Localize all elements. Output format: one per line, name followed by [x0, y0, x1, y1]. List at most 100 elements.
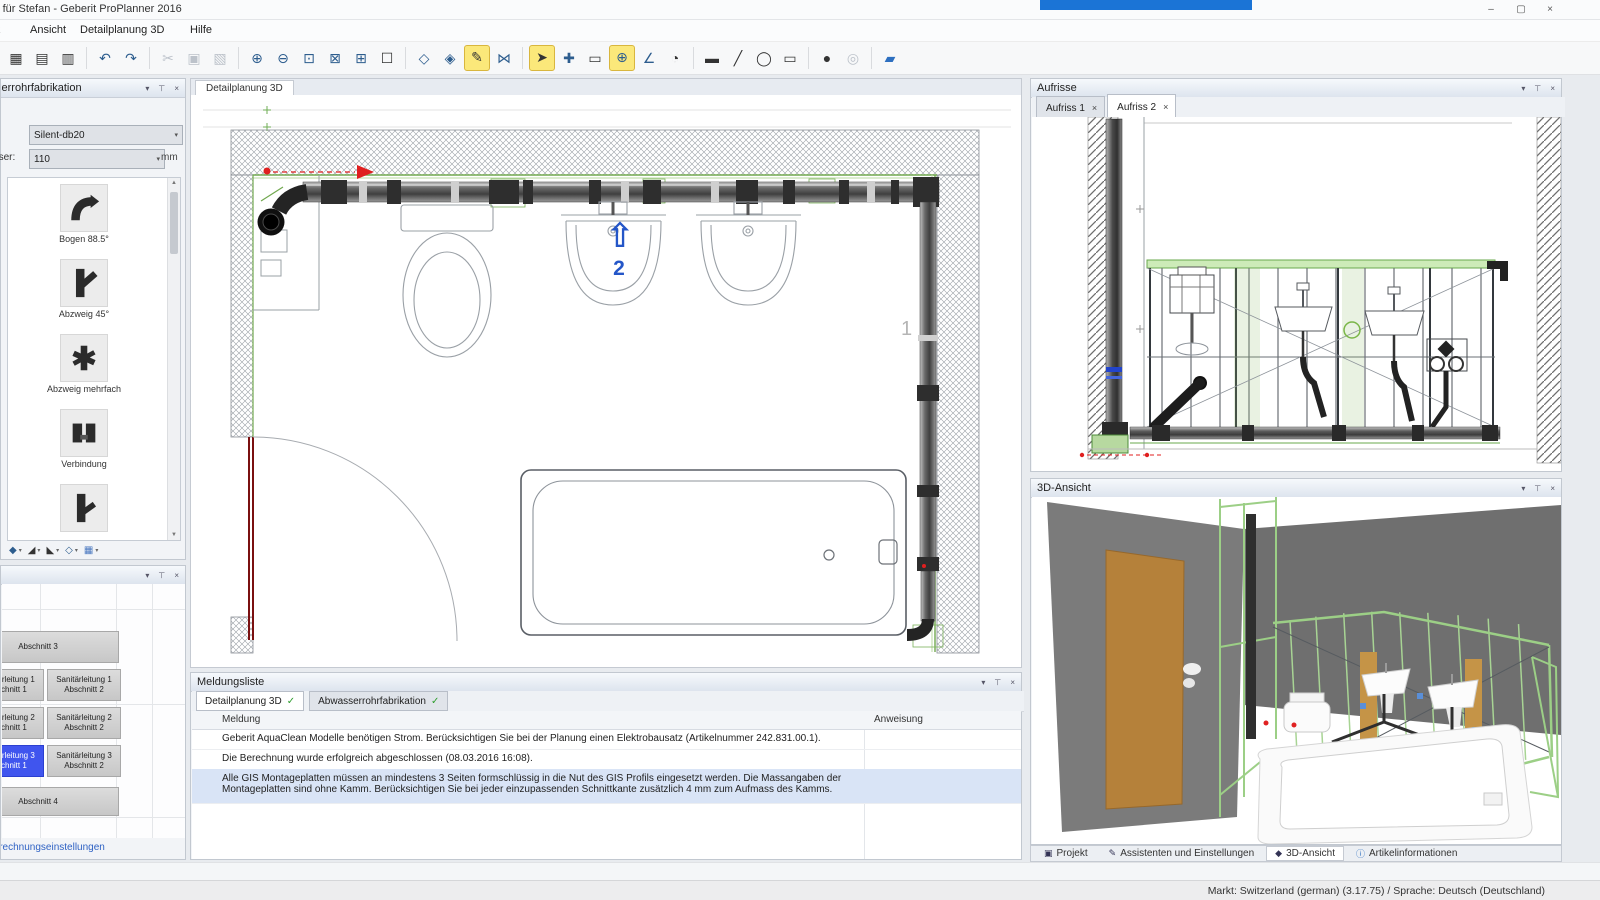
tab-aufriss-1[interactable]: Aufriss 1×	[1036, 96, 1105, 117]
fitting-filter-icon[interactable]: ◣▾	[46, 545, 59, 556]
zoom-in-icon[interactable]: ⊕	[245, 46, 269, 70]
move-icon[interactable]: ✚	[557, 46, 581, 70]
unlock-icon[interactable]: ◎	[841, 46, 865, 70]
panel-menu-icon[interactable]: ▾	[145, 84, 149, 93]
panel-menu-icon[interactable]: ▾	[1521, 84, 1525, 93]
table-row-selected[interactable]: Alle GIS Montageplatten müssen an mindes…	[192, 769, 1021, 804]
lock-icon[interactable]: ●	[815, 46, 839, 70]
section-button[interactable]: Sanitärleitung 2Abschnitt 2	[47, 707, 121, 739]
panel-close-icon[interactable]: ×	[1010, 678, 1015, 687]
panel-close-icon[interactable]: ×	[174, 571, 179, 580]
view3d-canvas[interactable]	[1032, 497, 1561, 844]
plate-filter-icon[interactable]: ▦▾	[84, 545, 98, 556]
snap-point-icon[interactable]: ◇	[412, 46, 436, 70]
list-item[interactable]: Verbindung	[8, 409, 160, 469]
list-item[interactable]	[8, 484, 160, 534]
draw-ellipse-icon[interactable]: ◯	[752, 46, 776, 70]
minimize-button[interactable]: –	[1478, 1, 1504, 18]
panel-menu-icon[interactable]: ▾	[1521, 484, 1525, 493]
zoom-dynamic-icon[interactable]: ⊕	[609, 45, 635, 71]
save-icon[interactable]: ▦	[4, 46, 28, 70]
table-row[interactable]: Geberit AquaClean Modelle benötigen Stro…	[192, 729, 1021, 750]
pipe-sections-diagram[interactable]: Abschnitt 3 Sanitärleitung 1Abschnitt 1 …	[2, 584, 185, 838]
undo-icon[interactable]: ↶	[93, 46, 117, 70]
scroll-down-icon[interactable]: ▼	[168, 532, 180, 538]
close-icon[interactable]: ×	[1092, 103, 1097, 113]
floor-plan-canvas[interactable]: ⇧ 2 1	[190, 95, 1022, 668]
messages-table[interactable]: Meldung Anweisung Geberit AquaClean Mode…	[192, 711, 1021, 859]
washbasin-2[interactable]	[696, 202, 801, 305]
pipe-system-select[interactable]: Silent-db20 ▾	[29, 125, 183, 145]
list-item[interactable]: Abzweig 45°	[8, 259, 160, 319]
report-icon[interactable]: ▥	[56, 46, 80, 70]
section-button-bottom[interactable]: Abschnitt 4	[2, 787, 119, 816]
scroll-up-icon[interactable]: ▲	[168, 178, 180, 186]
tab-assistenten[interactable]: ✎ Assistenten und Einstellungen	[1100, 846, 1264, 861]
print-icon[interactable]: ▤	[30, 46, 54, 70]
panel-menu-icon[interactable]: ▾	[981, 678, 985, 687]
bathtub[interactable]	[521, 470, 906, 635]
connect-icon[interactable]: ⋈	[492, 46, 516, 70]
redo-icon[interactable]: ↷	[119, 46, 143, 70]
section-button[interactable]: Sanitärleitung 3Abschnitt 2	[47, 745, 121, 777]
section-button-selected[interactable]: Sanitärleitung 3Abschnitt 1	[2, 745, 44, 777]
protractor-icon[interactable]: ◔	[663, 46, 687, 70]
panel-close-icon[interactable]: ×	[1550, 84, 1555, 93]
library-scrollbar[interactable]: ▲ ▼	[167, 178, 180, 540]
maximize-button[interactable]: ▢	[1508, 1, 1534, 18]
diameter-select[interactable]: 110 ▾	[29, 149, 165, 169]
selection-frame-icon[interactable]: ☐	[375, 46, 399, 70]
edit-mode-icon[interactable]: ✎	[464, 45, 490, 71]
close-button[interactable]: ×	[1537, 1, 1563, 18]
select-cursor-icon[interactable]: ➤	[529, 45, 555, 71]
section-button-top[interactable]: Abschnitt 3	[2, 631, 119, 663]
panel-close-icon[interactable]: ×	[1550, 484, 1555, 493]
external-window-edge	[1040, 0, 1252, 10]
list-item[interactable]: Bogen 88.5°	[8, 184, 160, 244]
tab-projekt[interactable]: ▣ Projekt	[1035, 846, 1097, 861]
panel-pin-icon[interactable]: ⊤	[158, 84, 165, 93]
profile-filter-icon[interactable]: ◇▾	[65, 545, 78, 556]
panel-close-icon[interactable]: ×	[174, 84, 179, 93]
messages-tab-detailplanung[interactable]: Detailplanung 3D ✓	[196, 691, 304, 711]
tab-artikelinformationen[interactable]: ⓘ Artikelinformationen	[1347, 846, 1466, 861]
menu-ansicht[interactable]: Ansicht	[30, 24, 66, 36]
label-icon[interactable]: ▭	[583, 46, 607, 70]
measure-angle-icon[interactable]: ∠	[637, 46, 661, 70]
bend-filter-icon[interactable]: ◆▾	[9, 545, 22, 556]
list-item[interactable]: Abzweig mehrfach	[8, 334, 160, 394]
tab-3d-ansicht[interactable]: ◆ 3D-Ansicht	[1266, 846, 1344, 861]
fitting-library-list[interactable]: Bogen 88.5° Abzweig 45° Abzweig mehrfach…	[7, 177, 181, 541]
zoom-out-icon[interactable]: ⊖	[271, 46, 295, 70]
calculation-settings-link[interactable]: Berechnungseinstellungen	[1, 842, 105, 853]
copy-icon[interactable]: ▣	[182, 46, 206, 70]
zoom-fit-icon[interactable]: ⊠	[323, 46, 347, 70]
section-button[interactable]: Sanitärleitung 1Abschnitt 1	[2, 669, 44, 701]
wc-fixture[interactable]	[401, 205, 493, 357]
draw-line-icon[interactable]: ╱	[726, 46, 750, 70]
menu-hilfe[interactable]: Hilfe	[190, 24, 212, 36]
pipe-series-icon[interactable]: ▰	[878, 46, 902, 70]
panel-pin-icon[interactable]: ⊤	[994, 678, 1001, 687]
draw-rectangle-icon[interactable]: ▭	[778, 46, 802, 70]
tab-aufriss-2[interactable]: Aufriss 2×	[1107, 94, 1176, 117]
section-button[interactable]: Sanitärleitung 2Abschnitt 1	[2, 707, 44, 739]
messages-tab-abwasserrohrfabrikation[interactable]: Abwasserrohrfabrikation ✓	[309, 691, 448, 711]
panel-pin-icon[interactable]: ⊤	[1534, 484, 1541, 493]
menu-detailplanung[interactable]: Detailplanung 3D	[80, 24, 164, 36]
panel-menu-icon[interactable]: ▾	[145, 571, 149, 580]
branch-filter-icon[interactable]: ◢▾	[28, 545, 41, 556]
zoom-previous-icon[interactable]: ⊞	[349, 46, 373, 70]
scrollbar-thumb[interactable]	[170, 192, 178, 254]
snap-grid-icon[interactable]: ◈	[438, 46, 462, 70]
table-row[interactable]: Die Berechnung wurde erfolgreich abgesch…	[192, 749, 1021, 770]
paste-icon[interactable]: ▧	[208, 46, 232, 70]
cut-icon[interactable]: ✂	[156, 46, 180, 70]
panel-pin-icon[interactable]: ⊤	[158, 571, 165, 580]
section-button[interactable]: Sanitärleitung 1Abschnitt 2	[47, 669, 121, 701]
close-icon[interactable]: ×	[1163, 102, 1168, 112]
elevation-canvas[interactable]	[1032, 117, 1561, 471]
ruler-icon[interactable]: ▬	[700, 46, 724, 70]
panel-pin-icon[interactable]: ⊤	[1534, 84, 1541, 93]
zoom-window-icon[interactable]: ⊡	[297, 46, 321, 70]
